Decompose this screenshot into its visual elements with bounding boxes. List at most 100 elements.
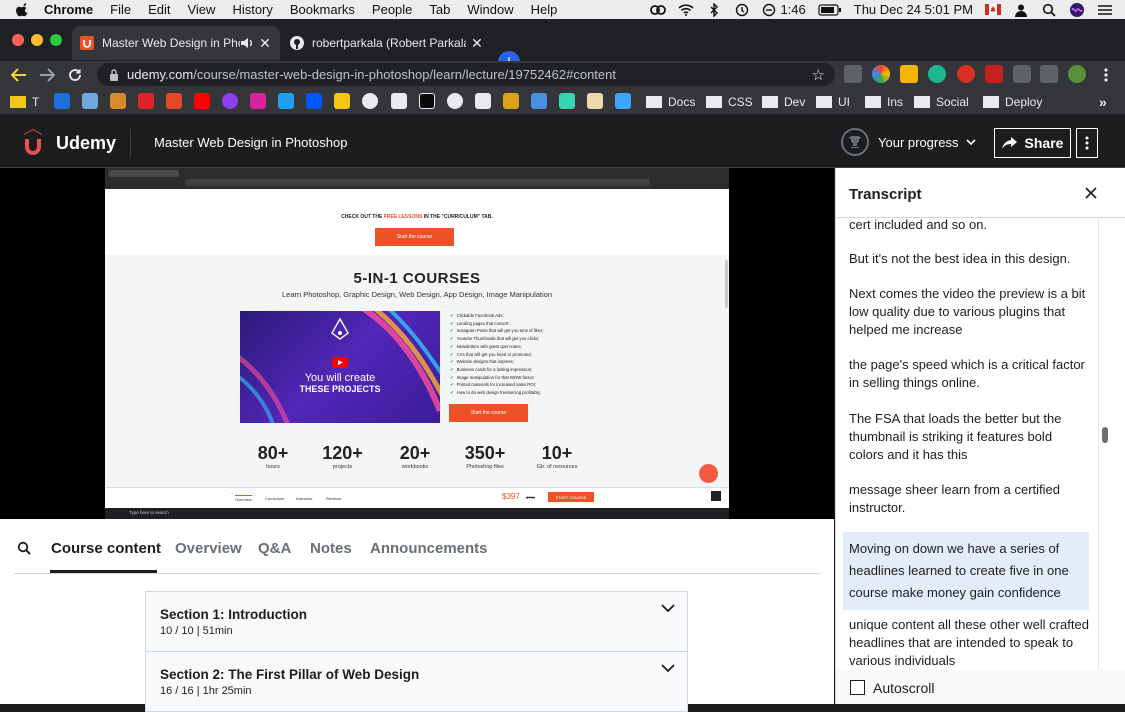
menu-bookmarks[interactable]: Bookmarks — [290, 2, 355, 17]
bookmark-medium-icon[interactable] — [391, 93, 407, 109]
bookmark-folder-ins[interactable]: Ins — [865, 93, 903, 111]
time-machine-icon[interactable] — [734, 3, 750, 17]
transcript-cue[interactable]: But it's not the best idea in this desig… — [849, 250, 1089, 268]
udemy-logo[interactable]: Udemy — [14, 128, 116, 158]
browser-tab-udemy[interactable]: Master Web Design in Phot ✕ — [72, 26, 280, 60]
video-frame[interactable]: CHECK OUT THE FREE LESSONS IN THE "CURRI… — [105, 168, 729, 519]
more-options-button[interactable] — [1076, 128, 1098, 158]
extension-badge-icon[interactable] — [957, 65, 975, 83]
share-button[interactable]: Share — [994, 128, 1071, 158]
menu-tab[interactable]: Tab — [429, 2, 450, 17]
bookmark-folder-social[interactable]: Social — [914, 93, 969, 111]
media-queue-icon[interactable] — [1040, 65, 1058, 83]
battery-icon[interactable] — [818, 3, 842, 17]
bookmark-s-icon[interactable] — [475, 93, 491, 109]
bookmark-github-icon[interactable] — [362, 93, 378, 109]
tab-announcements[interactable]: Announcements — [370, 540, 488, 557]
bookmarks-overflow-button[interactable]: » — [1099, 93, 1107, 111]
bookmark-red-icon[interactable] — [138, 93, 154, 109]
search-icon[interactable] — [17, 541, 31, 555]
menu-view[interactable]: View — [187, 2, 215, 17]
browser-tab-github[interactable]: robertparkala (Robert Parkala) ✕ — [282, 26, 492, 60]
menu-people[interactable]: People — [372, 2, 412, 17]
course-section[interactable]: Section 2: The First Pillar of Web Desig… — [145, 651, 688, 712]
transcript-cue[interactable]: message sheer learn from a certified ins… — [849, 481, 1089, 517]
tab-close-icon[interactable]: ✕ — [470, 35, 484, 51]
menu-app-name[interactable]: Chrome — [44, 2, 93, 17]
bookmark-snowflake-icon[interactable] — [82, 93, 98, 109]
window-minimize-button[interactable] — [31, 34, 43, 46]
chrome-menu-icon[interactable] — [1097, 66, 1115, 84]
bookmark-g-icon[interactable] — [531, 93, 547, 109]
spotlight-search-icon[interactable] — [1041, 3, 1057, 17]
tab-qa[interactable]: Q&A — [258, 540, 291, 557]
transcript-cue[interactable]: Next comes the video the preview is a bi… — [849, 285, 1089, 339]
bookmark-stack-icon[interactable] — [334, 93, 350, 109]
bookmark-instagram-icon[interactable] — [250, 93, 266, 109]
tab-close-icon[interactable]: ✕ — [258, 35, 272, 51]
extension-grammarly-icon[interactable] — [928, 65, 946, 83]
menu-history[interactable]: History — [232, 2, 272, 17]
extensions-puzzle-icon[interactable] — [1013, 65, 1031, 83]
extension-grid-icon[interactable] — [985, 65, 1003, 83]
extension-bug-icon[interactable] — [844, 65, 862, 83]
bookmark-folder-docs[interactable]: Docs — [646, 93, 695, 111]
bookmark-star-icon[interactable]: ☆ — [812, 66, 825, 84]
transcript-scrollbar[interactable] — [1098, 218, 1112, 670]
close-icon[interactable] — [1084, 186, 1098, 200]
menu-help[interactable]: Help — [531, 2, 558, 17]
siri-icon[interactable] — [1069, 2, 1085, 17]
back-icon[interactable] — [10, 66, 28, 84]
bookmark-udemy-icon[interactable] — [166, 93, 182, 109]
bookmark-twitter-icon[interactable] — [278, 93, 294, 109]
bookmark-folder-deploy[interactable]: Deploy — [983, 93, 1042, 111]
autoscroll-checkbox[interactable] — [850, 680, 865, 695]
transcript-cue[interactable]: unique content all these other well craf… — [849, 616, 1089, 670]
extension-eyedropper-icon[interactable] — [900, 65, 918, 83]
bookmark-shield-icon[interactable] — [54, 93, 70, 109]
menu-file[interactable]: File — [110, 2, 131, 17]
menu-clock-small[interactable]: 1:46 — [762, 2, 806, 17]
tab-notes[interactable]: Notes — [310, 540, 352, 557]
tab-audio-icon[interactable] — [240, 37, 254, 49]
apple-icon[interactable] — [16, 2, 30, 17]
wifi-icon[interactable] — [678, 3, 695, 17]
transcript-body[interactable]: cert included and so on. But it's not th… — [836, 218, 1112, 670]
bookmark-c-icon[interactable] — [503, 93, 519, 109]
bookmark-youtube-icon[interactable] — [194, 93, 210, 109]
tab-course-content[interactable]: Course content — [51, 540, 161, 557]
bluetooth-icon[interactable] — [706, 2, 722, 17]
bookmark-folder-css[interactable]: CSS — [706, 93, 753, 111]
extension-color-icon[interactable] — [872, 65, 890, 83]
transcript-cue[interactable]: the page's speed which is a critical fac… — [849, 356, 1089, 392]
bookmark-hat-icon[interactable] — [110, 93, 126, 109]
transcript-cue[interactable]: The FSA that loads the better but the th… — [849, 410, 1089, 464]
menu-edit[interactable]: Edit — [148, 2, 170, 17]
tab-overview[interactable]: Overview — [175, 540, 242, 557]
lock-icon[interactable] — [109, 68, 119, 81]
user-icon[interactable] — [1013, 3, 1029, 17]
transcript-cue-active[interactable]: Moving on down we have a series of headl… — [843, 532, 1089, 610]
address-bar[interactable]: udemy.com/course/master-web-design-in-ph… — [97, 63, 835, 86]
menu-window[interactable]: Window — [467, 2, 513, 17]
control-center-icon[interactable] — [1097, 3, 1113, 17]
bookmark-green-icon[interactable] — [559, 93, 575, 109]
window-close-button[interactable] — [12, 34, 24, 46]
bookmark-folder-ui[interactable]: UI — [816, 93, 850, 111]
your-progress-button[interactable]: Your progress — [841, 128, 977, 156]
bookmark-dev-icon[interactable] — [419, 93, 435, 109]
transcript-scroll-thumb[interactable] — [1102, 427, 1108, 443]
bookmark-messenger-icon[interactable] — [222, 93, 238, 109]
profile-avatar-icon[interactable] — [1068, 65, 1086, 83]
bookmark-behance-icon[interactable] — [306, 93, 322, 109]
bookmark-folder-t[interactable]: T — [10, 93, 39, 111]
autoscroll-label[interactable]: Autoscroll — [873, 680, 934, 696]
video-player[interactable]: CHECK OUT THE FREE LESSONS IN THE "CURRI… — [0, 168, 834, 519]
bookmark-folder-dev[interactable]: Dev — [762, 93, 805, 111]
window-zoom-button[interactable] — [50, 34, 62, 46]
bookmark-cat-icon[interactable] — [587, 93, 603, 109]
course-section[interactable]: Section 1: Introduction 10 / 10 | 51min — [145, 591, 688, 652]
forward-icon[interactable] — [38, 66, 56, 84]
reload-icon[interactable] — [66, 66, 84, 84]
bookmark-d-icon[interactable] — [447, 93, 463, 109]
